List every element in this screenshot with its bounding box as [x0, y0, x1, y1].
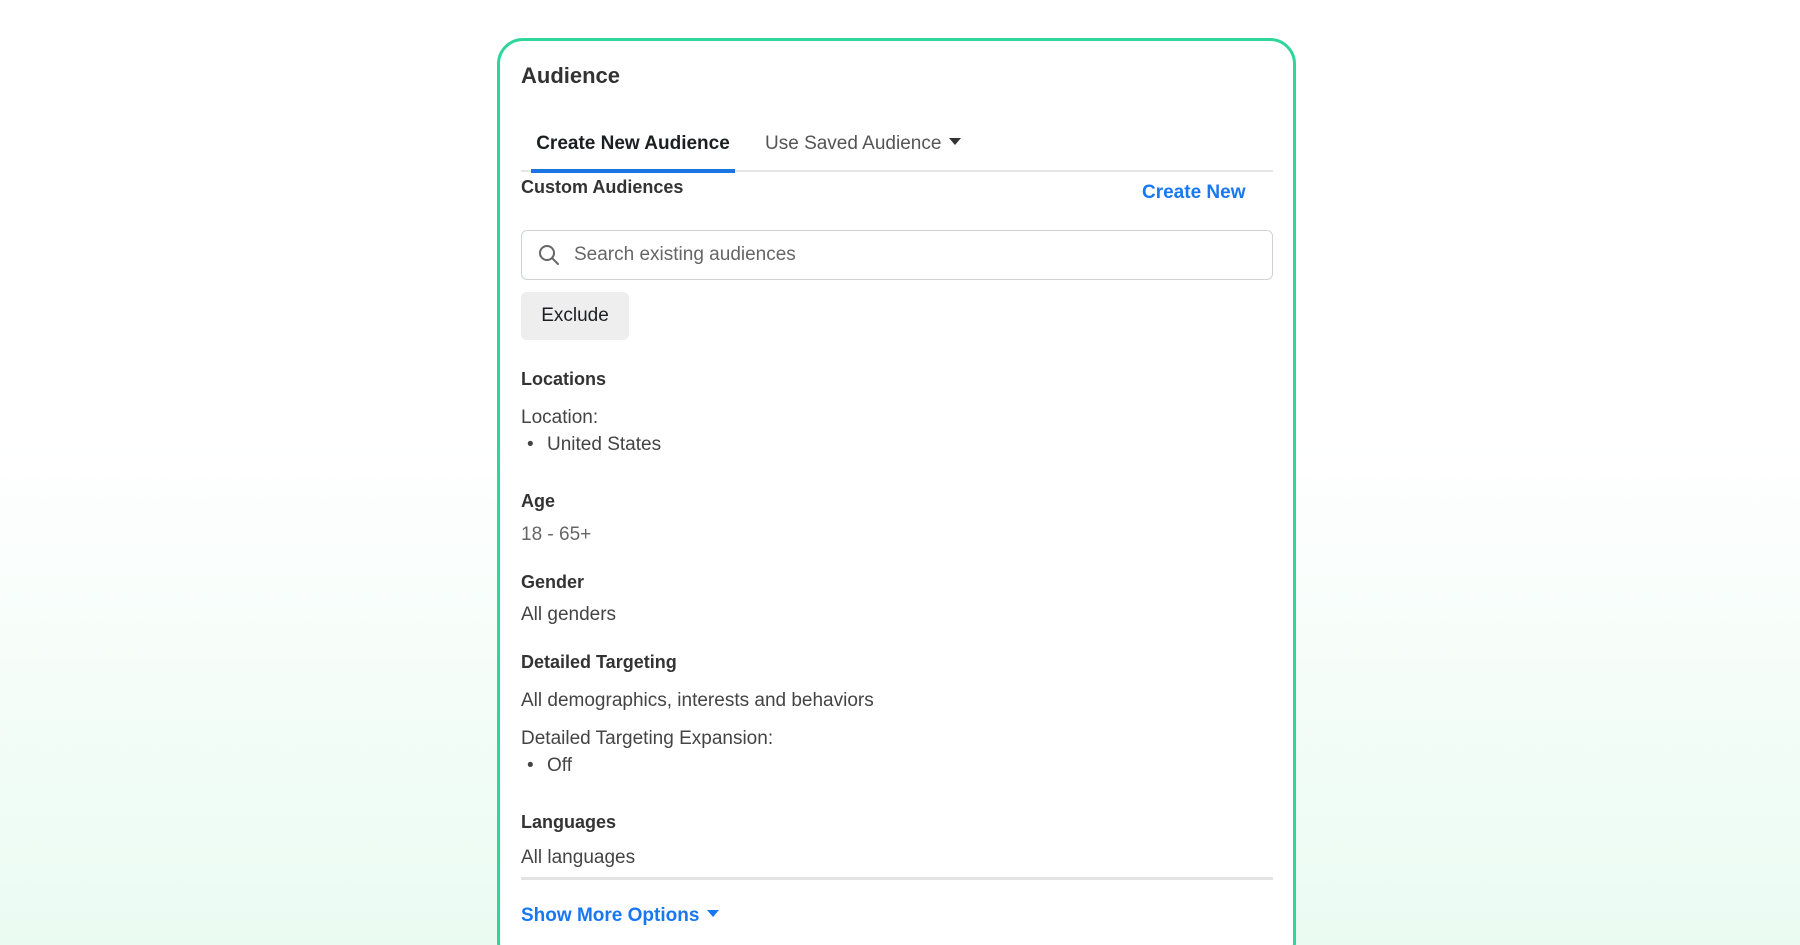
search-input[interactable]	[574, 231, 1254, 278]
detailed-targeting-label: Detailed Targeting	[521, 652, 677, 672]
locations-label: Locations	[521, 369, 607, 389]
audience-panel: Audience Create New Audience Use Saved A…	[497, 38, 1296, 945]
tab-use-saved-audience[interactable]: Use Saved Audience	[765, 126, 962, 172]
panel-title: Audience	[521, 63, 621, 88]
expansion-item: • Off	[527, 755, 572, 776]
expansion-item-text: Off	[547, 755, 572, 776]
exclude-button[interactable]: Exclude	[521, 292, 629, 340]
location-item-text: United States	[547, 434, 662, 455]
create-new-link[interactable]: Create New	[1142, 182, 1246, 204]
gender-value: All genders	[521, 604, 617, 625]
custom-audiences-label: Custom Audiences	[521, 177, 684, 197]
languages-value: All languages	[521, 847, 636, 868]
search-icon	[539, 245, 559, 265]
tab-create-new-audience[interactable]: Create New Audience	[531, 126, 735, 173]
gender-label: Gender	[521, 572, 585, 592]
detailed-targeting-expansion-label: Detailed Targeting Expansion:	[521, 728, 774, 749]
detailed-targeting-value: All demographics, interests and behavior…	[521, 690, 874, 711]
section-divider	[521, 877, 1273, 880]
show-more-label: Show More Options	[521, 905, 700, 926]
age-value: 18 - 65+	[521, 524, 592, 545]
languages-label: Languages	[521, 812, 617, 832]
location-sub-label: Location:	[521, 407, 599, 428]
age-label: Age	[521, 491, 556, 511]
search-audiences-field	[521, 230, 1273, 280]
tab-label: Create New Audience	[536, 133, 730, 154]
tab-label: Use Saved Audience	[765, 133, 942, 154]
show-more-options-link[interactable]: Show More Options	[521, 905, 720, 927]
caret-down-icon	[707, 910, 720, 918]
audience-tabs: Create New Audience Use Saved Audience	[521, 126, 1273, 173]
caret-down-icon	[949, 138, 962, 146]
location-item: • United States	[527, 434, 662, 455]
